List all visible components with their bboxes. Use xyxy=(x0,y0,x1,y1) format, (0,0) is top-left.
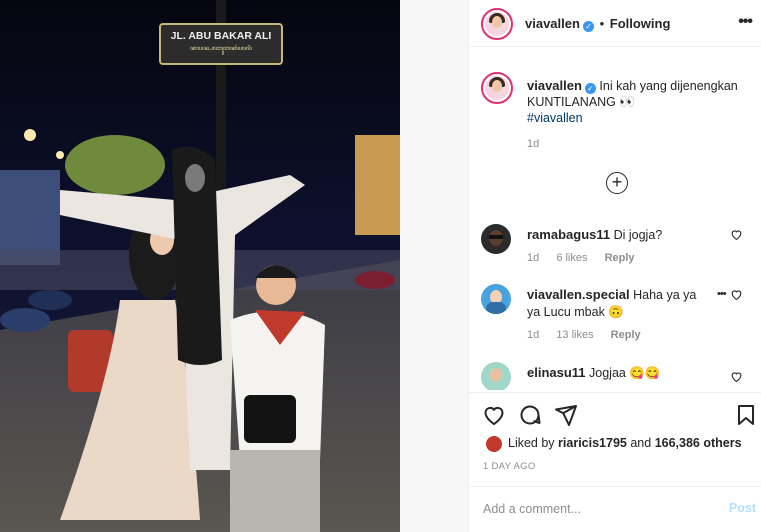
caption-username[interactable]: viavallen xyxy=(527,78,582,93)
likes-and: and xyxy=(630,436,652,450)
post-side-panel: viavallen ✓ • Following ••• viavallen ✓ In… xyxy=(468,0,761,532)
tree xyxy=(65,135,165,195)
comment-avatar[interactable] xyxy=(481,362,511,390)
following-button[interactable]: Following xyxy=(610,16,671,31)
caption-avatar[interactable] xyxy=(481,72,513,104)
comment-username[interactable]: ramabagus11 xyxy=(527,227,610,242)
action-bar xyxy=(469,392,761,437)
comment-text: viavallen.special Haha ya ya ya Lucu mba… xyxy=(527,286,712,321)
share-send-icon[interactable] xyxy=(554,403,578,427)
header-user-line: viavallen ✓ • Following xyxy=(525,16,670,32)
eyes-emoji: 👀 xyxy=(619,94,636,109)
more-horizontal-icon[interactable]: ••• xyxy=(738,13,753,31)
comment-time[interactable]: 1d xyxy=(527,252,539,264)
liker-username[interactable]: riaricis1795 xyxy=(558,436,627,450)
like-comment-heart-icon[interactable] xyxy=(730,370,743,383)
header-avatar[interactable] xyxy=(481,8,513,40)
comment-body: Jogjaa 😋😋 xyxy=(589,366,661,380)
like-comment-heart-icon[interactable] xyxy=(730,228,743,241)
reply-button[interactable]: Reply xyxy=(605,252,635,264)
load-more-comments-icon[interactable]: + xyxy=(606,172,628,194)
verified-icon: ✓ xyxy=(584,83,596,94)
comment-username[interactable]: elinasu11 xyxy=(527,365,586,380)
building-right xyxy=(355,135,400,235)
comment-bubble-icon[interactable] xyxy=(518,403,542,427)
like-heart-icon[interactable] xyxy=(482,403,506,427)
comment-likes[interactable]: 13 likes xyxy=(556,329,593,341)
header-username[interactable]: viavallen xyxy=(525,16,580,31)
gutter xyxy=(400,0,468,532)
comment-text: ramabagus11 Di jogja? xyxy=(527,226,712,244)
street-sign-line1: JL. ABU BAKAR ALI xyxy=(170,30,272,42)
save-bookmark-icon[interactable] xyxy=(734,403,758,427)
post-photo-scene xyxy=(0,0,400,532)
comment-item: elinasu11 Jogjaa 😋😋 xyxy=(481,362,751,390)
comment-meta: 1d 13 likes Reply xyxy=(527,329,655,341)
liker-avatar[interactable] xyxy=(485,435,503,453)
post-photo[interactable]: JL. ABU BAKAR ALI ꦗꦭꦤ꧀ꦲꦧꦸꦧꦏꦂꦲꦭꦶ xyxy=(0,0,400,532)
caption-text: viavallen ✓ Ini kah yang dijenengkan KUNT… xyxy=(527,78,755,126)
post-header: viavallen ✓ • Following ••• xyxy=(469,0,761,47)
header-separator: • xyxy=(599,16,605,31)
likes-summary: Liked by riaricis1795 and 166,386 others xyxy=(481,433,751,455)
comment-body: Di jogja? xyxy=(613,228,663,242)
comment-username[interactable]: viavallen.special xyxy=(527,287,630,302)
street-sign-line2: ꦗꦭꦤ꧀ꦲꦧꦸꦧꦏꦂꦲꦭꦶ xyxy=(190,46,252,52)
comment-avatar[interactable] xyxy=(481,284,511,314)
comment-meta: 1d 6 likes Reply xyxy=(527,252,649,264)
like-comment-heart-icon[interactable] xyxy=(730,288,743,301)
add-comment-input[interactable] xyxy=(483,499,713,519)
comment-avatar[interactable] xyxy=(481,224,511,254)
post-comment-button[interactable]: Post xyxy=(729,501,756,515)
likes-prefix: Liked by xyxy=(508,436,555,450)
comment-options-icon[interactable]: ••• xyxy=(717,288,727,300)
add-comment-bar: Post xyxy=(469,486,761,532)
likes-text: Liked by riaricis1795 and 166,386 others xyxy=(508,436,742,450)
street-sign-text: JL. ABU BAKAR ALI ꦗꦭꦤ꧀ꦲꦧꦸꦧꦏꦂꦲꦭꦶ xyxy=(163,30,279,56)
comment-text: elinasu11 Jogjaa 😋😋 xyxy=(527,364,712,382)
reply-button[interactable]: Reply xyxy=(611,329,641,341)
caption-hashtag[interactable]: #viavallen xyxy=(527,111,583,125)
caption-time[interactable]: 1d xyxy=(527,138,539,150)
likes-others-count[interactable]: 166,386 others xyxy=(655,436,742,450)
verified-icon: ✓ xyxy=(582,21,594,32)
comment-time[interactable]: 1d xyxy=(527,329,539,341)
comment-likes[interactable]: 6 likes xyxy=(556,252,587,264)
post-timestamp[interactable]: 1 DAY AGO xyxy=(483,461,536,472)
